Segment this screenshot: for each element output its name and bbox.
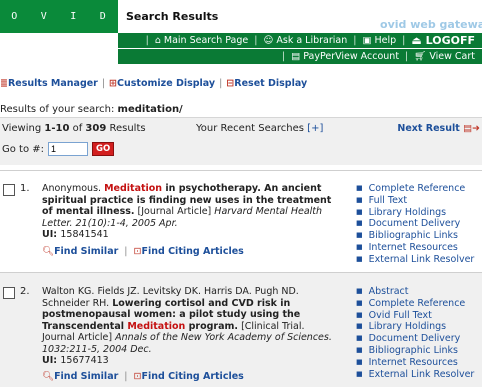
- secondary-nav: | ▤ PayPerView Account | 🛒︎ View Cart: [118, 49, 482, 64]
- record-link[interactable]: ■ Abstract: [356, 286, 482, 298]
- record-link[interactable]: ■ Full Text: [356, 195, 482, 207]
- customize-icon: ⊞: [109, 77, 118, 89]
- find-similar-link[interactable]: 🔍︎Find Similar: [42, 371, 118, 382]
- main-search-page-link[interactable]: ⌂ Main Search Page: [151, 35, 252, 46]
- cart-icon: 🛒︎: [414, 51, 427, 62]
- record-link[interactable]: ■ Document Delivery: [356, 333, 482, 345]
- help-icon: ▣: [362, 35, 372, 46]
- paging-panel: Viewing 1-10 of 309 Results Your Recent …: [0, 117, 482, 165]
- record-actions: 🔍︎Find Similar | ⊡Find Citing Articles: [42, 371, 244, 382]
- logoff-link[interactable]: ⏏ LOGOFF: [407, 34, 479, 47]
- view-cart-link[interactable]: 🛒︎ View Cart: [410, 51, 479, 62]
- record-actions: 🔍︎Find Similar | ⊡Find Citing Articles: [42, 246, 244, 257]
- record-link[interactable]: ■ Ovid Full Text: [356, 310, 482, 322]
- results-toolbar: ≣Results Manager | ⊞Customize Display | …: [0, 77, 308, 89]
- ovid-logo[interactable]: O V I D: [0, 0, 118, 33]
- next-result-link[interactable]: Next Result ▤➜: [397, 123, 480, 134]
- record-link[interactable]: ■ External Link Resolver: [356, 254, 482, 266]
- record-citation: Walton KG. Fields JZ. Levitsky DK. Harri…: [42, 286, 332, 366]
- record-number: 2.: [20, 286, 30, 297]
- record-link[interactable]: ■ Bibliographic Links: [356, 230, 482, 242]
- logo-letter: V: [40, 11, 48, 22]
- primary-nav: | ⌂ Main Search Page | ☺ Ask a Librarian…: [118, 33, 482, 48]
- record-link[interactable]: ■ Complete Reference: [356, 183, 482, 195]
- find-citing-link[interactable]: ⊡Find Citing Articles: [134, 371, 244, 382]
- record-link[interactable]: ■ External Link Resolver: [356, 369, 482, 381]
- payperview-account-link[interactable]: ▤ PayPerView Account: [287, 51, 403, 62]
- record-link[interactable]: ■ Internet Resources: [356, 357, 482, 369]
- go-button[interactable]: GO: [92, 142, 115, 156]
- result-record: 2. Walton KG. Fields JZ. Levitsky DK. Ha…: [0, 272, 482, 387]
- page-title: Search Results ovid web gateway: [118, 0, 482, 33]
- goto-form: Go to #: GO: [2, 142, 115, 156]
- record-number: 1.: [20, 183, 30, 194]
- help-link[interactable]: ▣ Help: [358, 35, 400, 46]
- record-links: ■ Abstract ■ Complete Reference ■ Ovid Full…: [356, 286, 482, 380]
- header: O V I D Search Results ovid web gateway …: [0, 0, 482, 64]
- record-citation: Anonymous. Meditation in psychotherapy. …: [42, 183, 332, 240]
- search-query: meditation/: [117, 104, 183, 115]
- recent-searches-expand[interactable]: [+]: [307, 123, 323, 134]
- record-link[interactable]: ■ Internet Resources: [356, 242, 482, 254]
- results-manager-link[interactable]: ≣Results Manager: [0, 78, 98, 89]
- logo-letter: I: [70, 11, 78, 22]
- next-arrow-icon: ▤➜: [463, 123, 480, 134]
- logo-letter: O: [11, 11, 19, 22]
- search-icon: 🔍︎: [42, 371, 55, 382]
- reset-display-link[interactable]: ⊟Reset Display: [226, 78, 307, 89]
- logoff-icon: ⏏: [411, 34, 422, 47]
- account-icon: ▤: [291, 51, 301, 62]
- record-link[interactable]: ■ Bibliographic Links: [356, 345, 482, 357]
- goto-input[interactable]: [48, 142, 89, 156]
- list-icon: ≣: [0, 77, 8, 89]
- search-icon: 🔍︎: [42, 246, 55, 257]
- ask-librarian-link[interactable]: ☺ Ask a Librarian: [259, 35, 351, 46]
- record-checkbox[interactable]: [3, 184, 15, 196]
- record-links: ■ Complete Reference ■ Full Text ■ Library …: [356, 183, 482, 266]
- record-link[interactable]: ■ Library Holdings: [356, 207, 482, 219]
- recent-searches: Your Recent Searches [+]: [196, 123, 324, 134]
- search-summary: Results of your search: meditation/: [0, 104, 183, 115]
- record-link[interactable]: ■ Complete Reference: [356, 298, 482, 310]
- customize-display-link[interactable]: ⊞Customize Display: [109, 78, 215, 89]
- viewing-count: Viewing 1-10 of 309 Results: [2, 123, 146, 134]
- gateway-text: ovid web gateway: [380, 18, 482, 31]
- home-icon: ⌂: [154, 35, 161, 46]
- record-link[interactable]: ■ Library Holdings: [356, 321, 482, 333]
- logo-letter: D: [99, 11, 107, 22]
- record-link[interactable]: ■ Document Delivery: [356, 218, 482, 230]
- find-similar-link[interactable]: 🔍︎Find Similar: [42, 246, 118, 257]
- find-citing-link[interactable]: ⊡Find Citing Articles: [134, 246, 244, 257]
- record-checkbox[interactable]: [3, 287, 15, 299]
- result-record: 1. Anonymous. Meditation in psychotherap…: [0, 170, 482, 270]
- person-icon: ☺: [263, 35, 274, 46]
